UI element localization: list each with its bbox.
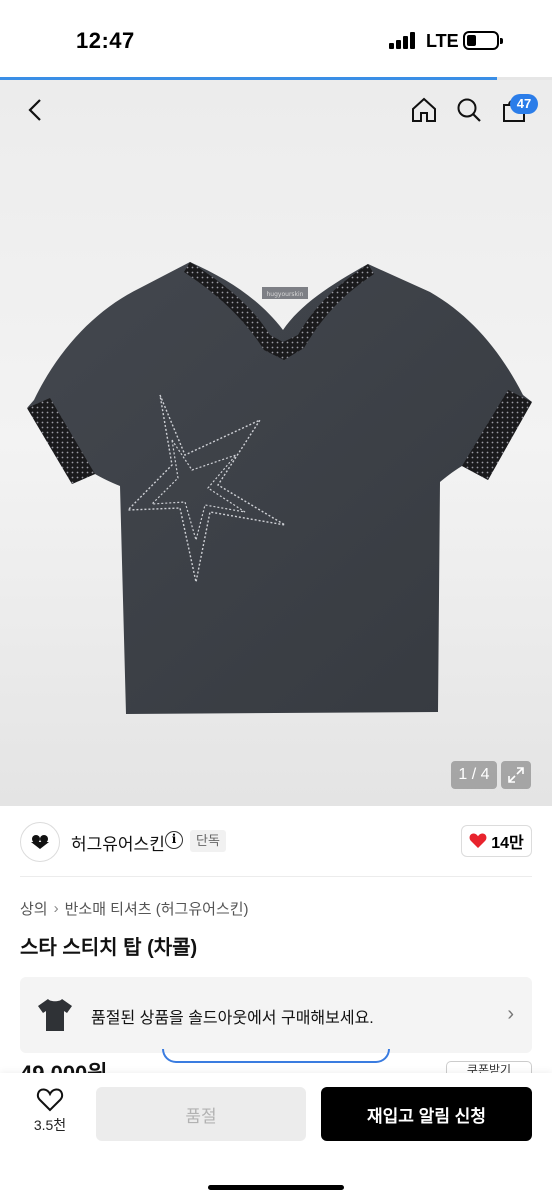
brand-logo-mark xyxy=(31,835,49,849)
wishlist-count: 3.5천 xyxy=(33,1117,67,1133)
info-icon[interactable]: i xyxy=(165,831,183,849)
product-image: hugyourskin xyxy=(27,262,532,714)
chevron-left-icon xyxy=(28,99,41,121)
top-navigation xyxy=(0,80,552,140)
signal-icon xyxy=(389,32,419,49)
heart-filled-icon xyxy=(469,833,487,848)
home-icon xyxy=(412,97,436,122)
exclusive-badge: 단독 xyxy=(190,830,226,852)
soldout-banner-text: 품절된 상품을 솔드아웃에서 구매해보세요. xyxy=(91,1010,374,1027)
heart-outline-icon xyxy=(36,1088,64,1112)
tshirt-icon xyxy=(34,994,76,1036)
image-counter: 1 / 4 xyxy=(451,761,497,789)
breadcrumb: 상의 › 반소매 티셔츠 (허그유어스킨) xyxy=(20,898,249,919)
expand-image-button[interactable] xyxy=(501,761,531,789)
search-button[interactable] xyxy=(447,80,491,140)
battery-icon xyxy=(463,31,503,50)
brand-logo[interactable] xyxy=(20,822,60,862)
chevron-right-icon: › xyxy=(53,900,59,917)
search-icon xyxy=(457,98,481,122)
sheet-handle[interactable] xyxy=(162,1049,390,1063)
soldout-button: 품절 xyxy=(96,1087,306,1141)
brand-name[interactable]: 허그유어스킨 xyxy=(71,830,165,855)
cart-count-badge: 47 xyxy=(510,94,538,114)
soldout-banner[interactable]: 품절된 상품을 솔드아웃에서 구매해보세요. › xyxy=(20,977,532,1053)
divider xyxy=(20,876,532,877)
wishlist-button[interactable]: 3.5천 xyxy=(22,1087,78,1143)
home-button[interactable] xyxy=(402,80,446,140)
brand-row: 허그유어스킨 i 단독 14만 xyxy=(0,818,552,866)
garment-label: hugyourskin xyxy=(267,291,304,298)
product-image-gallery[interactable]: hugyourskin xyxy=(0,80,552,806)
back-button[interactable] xyxy=(14,80,58,140)
expand-icon xyxy=(508,767,524,783)
breadcrumb-subcategory[interactable]: 반소매 티셔츠 (허그유어스킨) xyxy=(65,898,249,919)
brand-like-button[interactable]: 14만 xyxy=(461,825,532,857)
brand-like-count: 14만 xyxy=(491,835,524,852)
restock-alert-button[interactable]: 재입고 알림 신청 xyxy=(321,1087,532,1141)
breadcrumb-category[interactable]: 상의 xyxy=(20,898,48,919)
status-time: 12:47 xyxy=(76,28,135,53)
home-indicator xyxy=(208,1185,344,1190)
status-bar: 12:47 LTE xyxy=(0,0,552,78)
product-title: 스타 스티치 탑 (차콜) xyxy=(20,937,198,959)
chevron-right-icon: › xyxy=(507,1003,514,1025)
bottom-action-bar: 3.5천 품절 재입고 알림 신청 xyxy=(0,1073,552,1200)
network-type: LTE xyxy=(426,31,459,51)
